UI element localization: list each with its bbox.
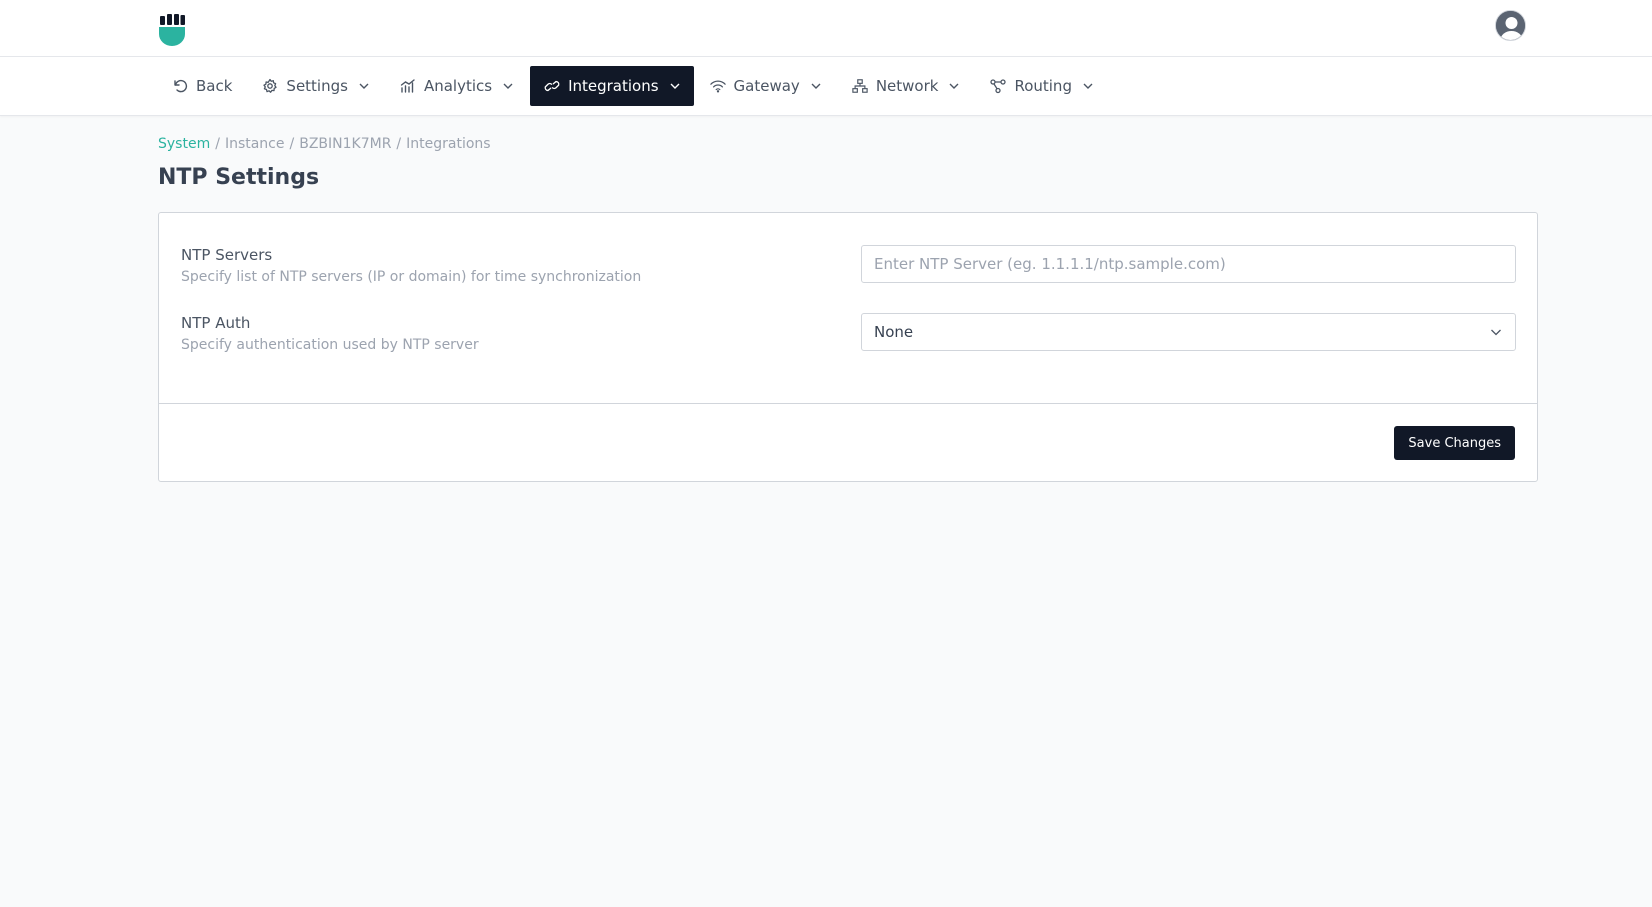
save-changes-button[interactable]: Save Changes xyxy=(1394,426,1515,460)
wifi-icon xyxy=(709,78,726,94)
chevron-down-icon xyxy=(810,80,822,92)
chevron-down-icon xyxy=(358,80,370,92)
nav-routing-label: Routing xyxy=(1014,77,1072,95)
bar-chart-icon xyxy=(400,78,416,94)
nav-gateway[interactable]: Gateway xyxy=(696,66,836,106)
chevron-down-icon xyxy=(669,80,681,92)
breadcrumb-separator: / xyxy=(396,136,402,152)
nav-network[interactable]: Network xyxy=(838,66,975,106)
routing-icon xyxy=(990,78,1007,94)
link-icon xyxy=(544,78,560,94)
ntp-auth-select[interactable]: None xyxy=(861,313,1516,351)
breadcrumb-separator: / xyxy=(289,136,295,152)
nav-analytics-label: Analytics xyxy=(423,77,493,95)
chevron-down-icon xyxy=(1082,80,1094,92)
top-header xyxy=(0,0,1652,57)
undo-icon xyxy=(172,78,188,94)
chevron-down-icon xyxy=(948,80,960,92)
network-icon xyxy=(852,78,868,94)
breadcrumb-instance[interactable]: Instance xyxy=(225,136,285,152)
brand-logo-icon[interactable] xyxy=(158,14,186,46)
chevron-down-icon xyxy=(1489,325,1503,339)
card-divider xyxy=(159,403,1537,404)
nav-network-label: Network xyxy=(875,77,939,95)
nav-gateway-label: Gateway xyxy=(733,77,800,95)
breadcrumb-system[interactable]: System xyxy=(158,136,210,152)
nav-analytics[interactable]: Analytics xyxy=(386,66,528,106)
ntp-servers-input[interactable] xyxy=(861,245,1516,283)
breadcrumb-separator: / xyxy=(215,136,220,152)
breadcrumb: System / Instance / BZBIN1K7MR / Integrations xyxy=(158,136,491,152)
main-nav: Back Settings Analytics Integrations Gat… xyxy=(0,57,1652,116)
ntp-auth-selected-value: None xyxy=(874,323,914,341)
gear-icon xyxy=(262,78,278,94)
chevron-down-icon xyxy=(502,80,514,92)
ntp-settings-card: NTP Servers Specify list of NTP servers … xyxy=(158,212,1538,482)
page-title: NTP Settings xyxy=(158,165,320,190)
nav-back-label: Back xyxy=(196,77,233,95)
nav-settings-label: Settings xyxy=(286,77,348,95)
nav-integrations-label: Integrations xyxy=(568,77,659,95)
nav-back[interactable]: Back xyxy=(158,66,246,106)
nav-settings[interactable]: Settings xyxy=(248,66,384,106)
breadcrumb-integrations: Integrations xyxy=(406,136,491,152)
nav-integrations[interactable]: Integrations xyxy=(530,66,694,106)
user-avatar-icon[interactable] xyxy=(1495,10,1526,41)
nav-routing[interactable]: Routing xyxy=(976,66,1108,106)
breadcrumb-instance-id[interactable]: BZBIN1K7MR xyxy=(299,136,391,152)
